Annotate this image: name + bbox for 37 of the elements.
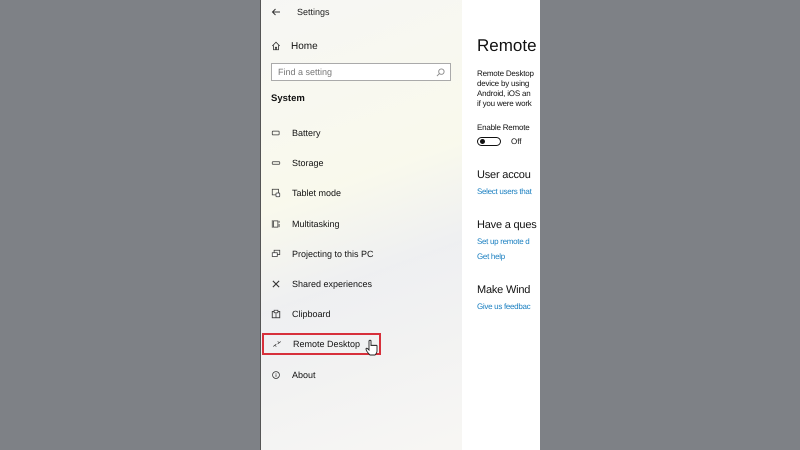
window-title: Settings [297,7,330,17]
home-link[interactable]: Home [291,40,318,52]
link[interactable]: Give us feedbac [477,302,540,311]
screens-icon [271,248,281,259]
battery-icon [271,128,281,138]
hand-cursor-icon [364,337,380,358]
sidebar-item[interactable]: Storage [271,148,391,178]
sidebar-item[interactable]: Tablet mode [271,178,391,209]
sidebar-item[interactable]: Clipboard [271,299,391,330]
sidebar-item[interactable]: Shared experiences [271,268,391,300]
cross-icon [271,279,281,290]
search-field[interactable]: Find a setting [271,63,451,81]
arrows-icon [272,339,282,350]
sidebar-item[interactable]: Remote Desktop [262,333,381,356]
section-heading: System [271,93,306,104]
link[interactable]: Get help [477,252,540,261]
search-icon [436,68,445,76]
section-heading: Have a ques [477,219,538,231]
back-icon[interactable] [271,7,281,17]
window-icon [271,218,281,229]
link[interactable]: Set up remote d [477,237,540,246]
page-title: Remote [477,36,538,56]
sidebar-item[interactable]: Battery [271,118,391,148]
sidebar-item[interactable]: Multitasking [271,208,391,239]
section-heading: User accou [477,169,532,181]
section-heading: Make Wind [477,284,532,296]
toggle-state: Off [511,137,522,146]
tablet-icon [271,188,281,198]
sidebar-item[interactable]: Projecting to this PC [271,238,391,269]
toggle-switch[interactable] [477,137,501,146]
description-text: Remote Desktop device by using Android, iOS an if you were work [477,69,535,109]
sidebar-item[interactable]: About [271,360,391,390]
link[interactable]: Select users that [477,187,540,196]
toggle-label: Enable Remote [477,123,531,132]
home-icon[interactable] [271,41,281,51]
clipboard-icon [271,309,281,320]
info-icon [271,370,281,380]
